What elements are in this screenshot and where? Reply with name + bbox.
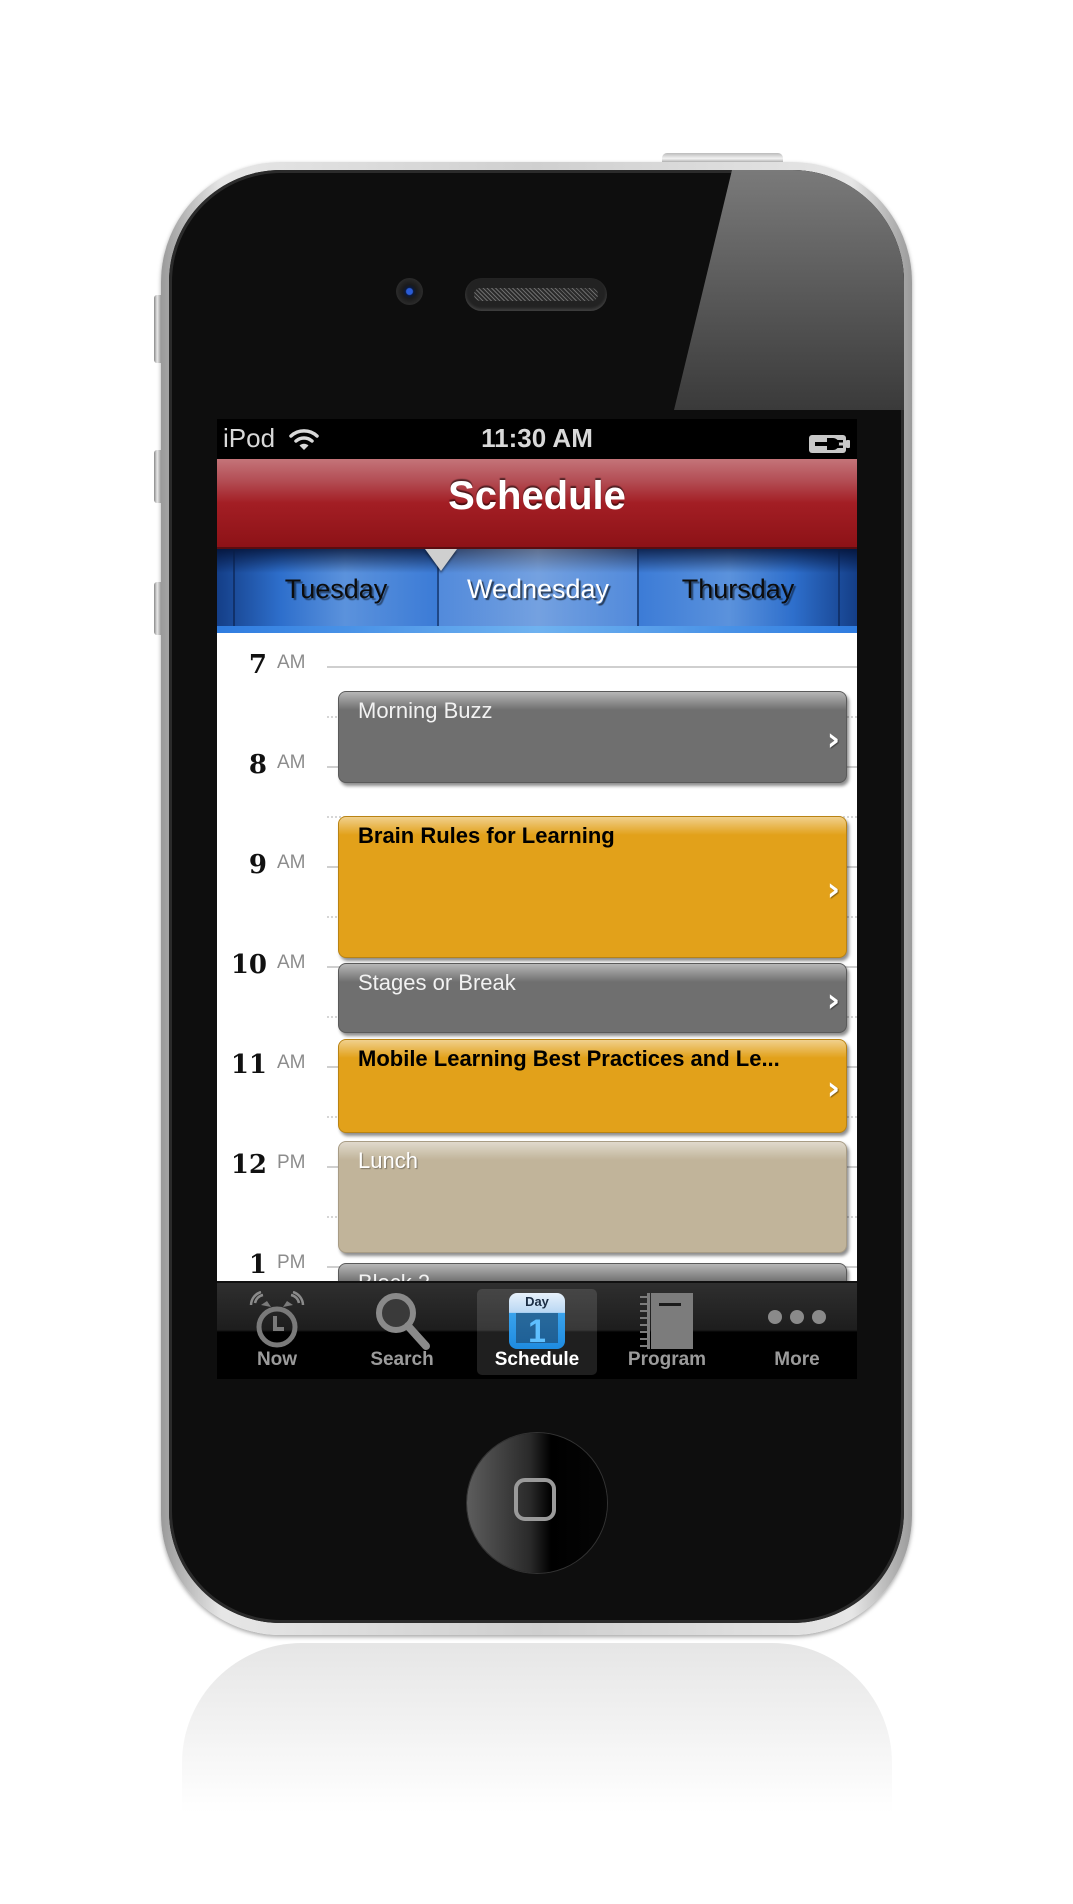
day-selector: Tuesday Wednesday Thursday (217, 549, 857, 633)
day-tab-wednesday[interactable]: Wednesday (439, 549, 637, 626)
magnifier-icon (376, 1293, 430, 1350)
schedule-event[interactable]: Brain Rules for Learning › (338, 816, 847, 958)
calendar-icon-top-text: Day (525, 1294, 550, 1309)
calendar-icon-number: 1 (528, 1313, 546, 1349)
event-title: Morning Buzz (358, 698, 493, 723)
notebook-icon (640, 1293, 693, 1349)
screen: iPod 11:30 AM Schedule Tuesday Wednesday… (217, 419, 857, 1379)
battery-charging-icon (809, 430, 851, 461)
calendar-day-icon: Day 1 (509, 1293, 565, 1349)
hour-meridiem: PM (277, 1152, 306, 1173)
more-dots-icon (768, 1310, 826, 1324)
nav-bar: Schedule (217, 459, 857, 549)
tab-now[interactable]: Now (217, 1289, 337, 1375)
hour-meridiem: AM (277, 652, 306, 673)
hour-meridiem: AM (277, 1052, 306, 1073)
home-square-icon (514, 1478, 556, 1521)
schedule-event[interactable]: Lunch (338, 1141, 847, 1253)
event-title: Brain Rules for Learning (358, 823, 615, 848)
tab-label: Now (256, 1349, 298, 1370)
phone-reflection (182, 1643, 892, 1813)
hour-number: 12 (230, 1150, 267, 1180)
event-title: Stages or Break (358, 970, 516, 995)
schedule-event[interactable]: Morning Buzz › (338, 691, 847, 783)
schedule-event[interactable]: Stages or Break › (338, 963, 847, 1033)
hour-number: 7 (248, 650, 267, 680)
chevron-right-icon: › (826, 870, 840, 908)
tab-label: Program (627, 1349, 707, 1370)
event-title: Block 2 (358, 1270, 816, 1281)
day-tab-thursday[interactable]: Thursday (639, 549, 837, 626)
hour-meridiem: PM (277, 1252, 306, 1273)
hour-gridline (327, 666, 857, 668)
hour-meridiem: AM (277, 852, 306, 873)
tab-search[interactable]: Search (342, 1289, 462, 1375)
tab-label: More (774, 1349, 820, 1370)
status-time: 11:30 AM (481, 423, 593, 453)
tab-program[interactable]: Program (607, 1289, 727, 1375)
schedule-event[interactable]: Mobile Learning Best Practices and Le...… (338, 1039, 847, 1133)
day-tab-tuesday[interactable]: Tuesday (235, 549, 437, 626)
selected-day-pointer-icon (425, 549, 457, 571)
earpiece-speaker (465, 278, 607, 311)
front-camera (396, 278, 423, 305)
schedule-event[interactable]: Block 2› (338, 1263, 847, 1281)
status-bar: iPod 11:30 AM (217, 419, 857, 459)
hour-number: 1 (248, 1250, 267, 1280)
hour-number: 11 (230, 1050, 267, 1080)
home-button[interactable] (467, 1433, 607, 1573)
hour-meridiem: AM (277, 952, 306, 973)
hour-row: 7 AM (217, 650, 857, 680)
chevron-right-icon: › (826, 981, 840, 1019)
tab-bar: Now Search Day 1 Schedule Program More (217, 1281, 857, 1379)
event-title: Mobile Learning Best Practices and Le... (358, 1046, 780, 1071)
alarm-clock-icon (249, 1291, 305, 1348)
chevron-right-icon: › (826, 720, 840, 758)
page-title: Schedule (448, 474, 626, 518)
hour-number: 9 (248, 850, 267, 880)
hour-number: 8 (248, 750, 267, 780)
tab-more[interactable]: More (737, 1289, 857, 1375)
day-divider (838, 549, 840, 626)
event-title: Lunch (358, 1148, 418, 1173)
hour-number: 10 (230, 950, 267, 980)
schedule-timeline[interactable]: 7 AM 8 AM 9 AM 10 AM 11 AM 12 PM 1 PM Morning Buzz › Bra… (217, 633, 857, 1281)
tab-schedule[interactable]: Day 1 Schedule (477, 1289, 597, 1375)
hour-meridiem: AM (277, 752, 306, 773)
tab-label: Schedule (494, 1349, 580, 1370)
chevron-right-icon: › (826, 1069, 840, 1107)
tab-label: Search (370, 1349, 434, 1370)
